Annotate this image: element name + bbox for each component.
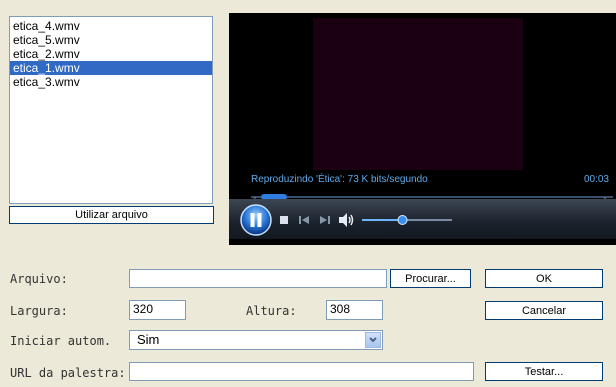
media-player[interactable]: Reproduzindo 'Ética': 73 K bits/segundo … [229,13,616,245]
next-icon[interactable] [319,214,331,226]
file-list[interactable]: etica_4.wmv etica_5.wmv etica_2.wmv etic… [9,16,213,204]
cancel-button[interactable]: Cancelar [485,301,603,320]
autostart-value: Sim [137,332,160,347]
altura-input[interactable]: 308 [326,300,383,320]
file-item-selected[interactable]: etica_1.wmv [10,61,212,75]
status-text: Reproduzindo 'Ética': 73 K bits/segundo [251,174,428,185]
previous-icon[interactable] [298,214,310,226]
browse-button[interactable]: Procurar... [390,269,471,288]
test-button[interactable]: Testar... [485,362,603,381]
player-controls [229,199,616,239]
chevron-down-icon[interactable] [365,332,381,348]
arquivo-input[interactable] [129,269,387,288]
volume-thumb [397,215,408,225]
file-item[interactable]: etica_2.wmv [10,47,212,61]
url-label: URL da palestra: [10,366,126,380]
url-input[interactable] [129,362,474,381]
ok-button[interactable]: OK [485,269,603,288]
use-file-button[interactable]: Utilizar arquivo [9,206,214,224]
file-item[interactable]: etica_3.wmv [10,75,212,89]
elapsed-time: 00:03 [583,174,609,185]
largura-input[interactable]: 320 [129,300,186,320]
autostart-label: Iniciar autom. [10,334,112,348]
video-surface[interactable] [313,18,523,170]
file-item[interactable]: etica_4.wmv [10,19,212,33]
arquivo-label: Arquivo: [10,272,68,286]
altura-label: Altura: [246,304,297,318]
stop-icon[interactable] [279,215,289,225]
volume-slider[interactable] [362,214,452,226]
playback-status: Reproduzindo 'Ética': 73 K bits/segundo … [251,173,611,187]
volume-icon[interactable] [338,212,356,228]
file-item[interactable]: etica_5.wmv [10,33,212,47]
play-pause-icon[interactable] [239,203,273,237]
largura-label: Largura: [10,304,68,318]
autostart-select[interactable]: Sim [129,330,383,350]
